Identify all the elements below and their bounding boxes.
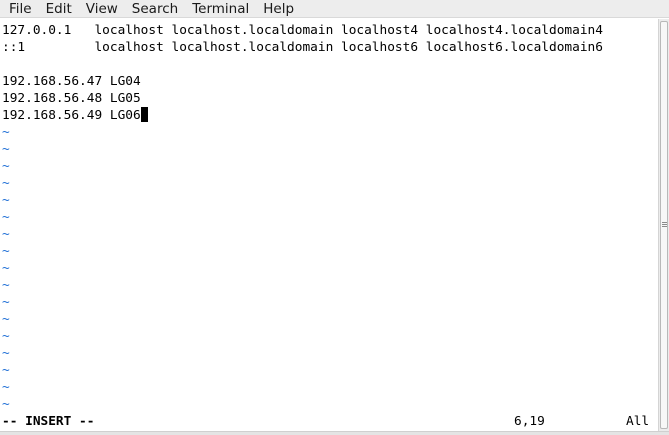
menu-search[interactable]: Search: [125, 0, 185, 18]
empty-line-marker: ~: [2, 193, 10, 208]
empty-line-marker: ~: [2, 176, 10, 191]
vertical-scrollbar[interactable]: [658, 19, 669, 431]
grip-line: [662, 226, 667, 227]
grip-line: [662, 222, 667, 223]
cursor-position: 6,19: [514, 414, 545, 429]
empty-line-marker: ~: [2, 210, 10, 225]
grip-line: [662, 224, 667, 225]
empty-line-marker: ~: [2, 261, 10, 276]
empty-line-marker: ~: [2, 227, 10, 242]
menu-help[interactable]: Help: [256, 0, 301, 18]
menu-file[interactable]: File: [2, 0, 39, 18]
editor-line-6: 192.168.56.49 LG06: [2, 108, 141, 123]
terminal-window: File Edit View Search Terminal Help 127.…: [0, 0, 669, 435]
scrollbar-thumb[interactable]: [660, 21, 668, 429]
empty-line-marker: ~: [2, 142, 10, 157]
terminal-text-area[interactable]: 127.0.0.1 localhost localhost.localdomai…: [0, 21, 658, 431]
empty-line-marker: ~: [2, 244, 10, 259]
editor-line-2: ::1 localhost localhost.localdomain loca…: [2, 40, 603, 55]
scroll-indicator: All: [626, 414, 650, 429]
menu-edit[interactable]: Edit: [39, 0, 79, 18]
editor-line-4: 192.168.56.47 LG04: [2, 74, 141, 89]
editor-line-5: 192.168.56.48 LG05: [2, 91, 141, 106]
menu-terminal[interactable]: Terminal: [185, 0, 256, 18]
empty-line-marker: ~: [2, 397, 10, 412]
mode-indicator: -- INSERT --: [2, 414, 95, 429]
empty-line-marker: ~: [2, 329, 10, 344]
empty-line-marker: ~: [2, 363, 10, 378]
empty-line-marker: ~: [2, 278, 10, 293]
empty-line-marker: ~: [2, 380, 10, 395]
text-cursor: [140, 107, 148, 122]
empty-line-marker: ~: [2, 125, 10, 140]
empty-line-marker: ~: [2, 346, 10, 361]
empty-line-marker: ~: [2, 312, 10, 327]
empty-line-marker: ~: [2, 295, 10, 310]
menu-bar: File Edit View Search Terminal Help: [0, 0, 669, 18]
editor-line-1: 127.0.0.1 localhost localhost.localdomai…: [2, 23, 603, 38]
editor-line-6-container: 192.168.56.49 LG06: [2, 107, 148, 124]
window-bottom-edge: [0, 431, 669, 435]
menu-view[interactable]: View: [79, 0, 125, 18]
empty-line-marker: ~: [2, 159, 10, 174]
